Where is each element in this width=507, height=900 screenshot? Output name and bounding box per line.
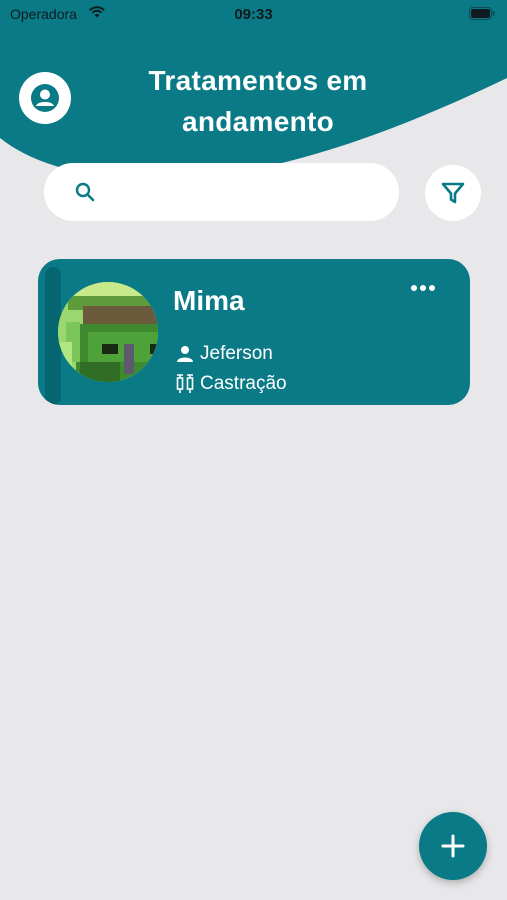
owner-icon (174, 343, 196, 365)
page-title: Tratamentos em andamento (148, 65, 368, 137)
pet-name: Mima (173, 285, 245, 316)
user-icon (31, 84, 59, 112)
pet-avatar (58, 282, 158, 382)
procedure-name: Castração (200, 373, 287, 394)
status-bar: Operadora 09:33 (0, 0, 507, 30)
filter-button[interactable] (425, 165, 481, 221)
status-time: 09:33 (234, 6, 273, 23)
profile-button[interactable] (19, 72, 71, 124)
battery-icon (469, 7, 495, 20)
pet-photo (58, 282, 158, 382)
procedure-row: Castração (174, 373, 287, 395)
add-treatment-button[interactable] (419, 812, 487, 880)
owner-row: Jeferson (174, 343, 273, 365)
search-bar[interactable] (44, 163, 399, 221)
filter-icon (441, 182, 465, 204)
search-input[interactable] (104, 177, 388, 209)
search-icon (75, 182, 95, 202)
syringe-icon (174, 373, 196, 395)
plus-icon (441, 834, 465, 858)
treatment-card[interactable]: Mima Jeferson Castração (38, 259, 470, 405)
owner-name: Jeferson (200, 343, 273, 364)
more-icon[interactable] (410, 281, 436, 295)
